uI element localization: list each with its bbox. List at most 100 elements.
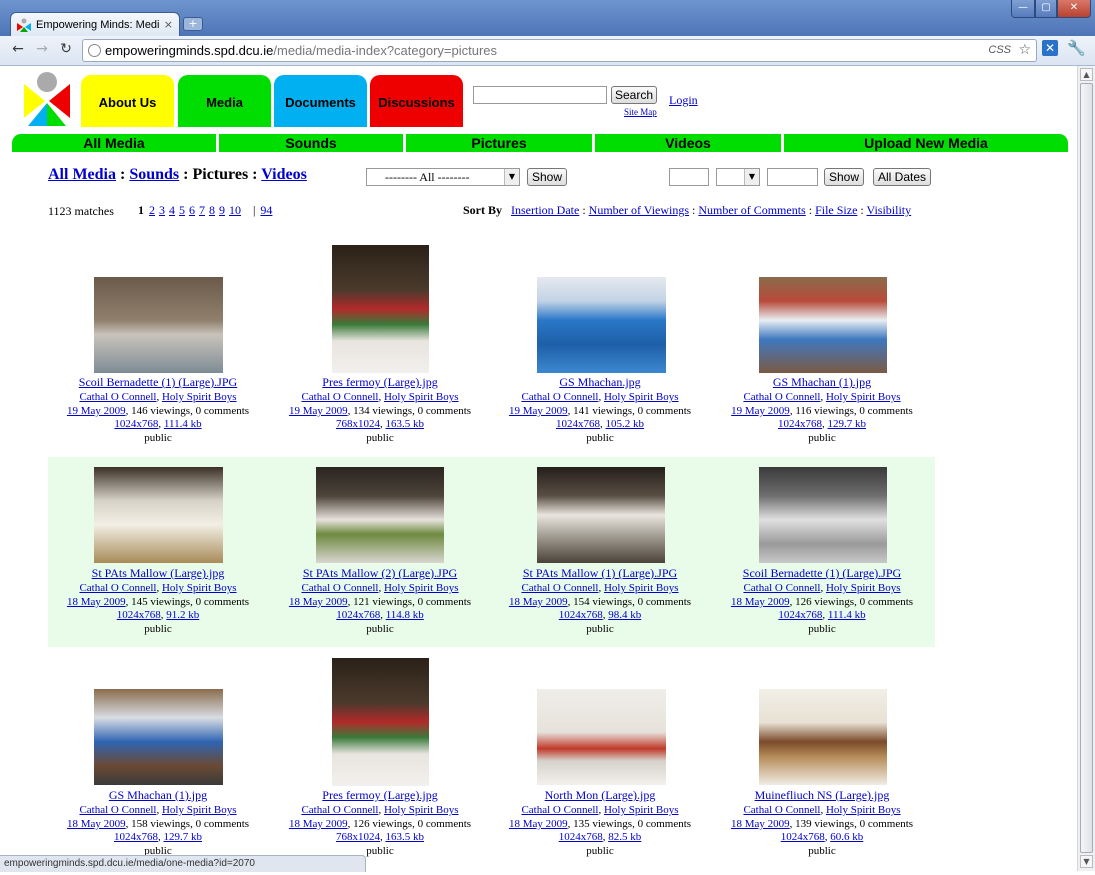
extension-icon[interactable]: ✕ bbox=[1042, 40, 1058, 56]
media-title-link[interactable]: Pres fermoy (Large).jpg bbox=[280, 375, 480, 390]
page-link[interactable]: 4 bbox=[169, 203, 175, 217]
tab-media[interactable]: Media bbox=[178, 75, 271, 127]
author-link[interactable]: Cathal O Connell bbox=[743, 391, 820, 403]
group-link[interactable]: Holy Spirit Boys bbox=[384, 391, 459, 403]
media-title-link[interactable]: St PAts Mallow (2) (Large).JPG bbox=[280, 566, 480, 581]
group-link[interactable]: Holy Spirit Boys bbox=[162, 804, 237, 816]
sort-insertion-date[interactable]: Insertion Date bbox=[511, 203, 579, 217]
dimensions-link[interactable]: 768x1024 bbox=[336, 418, 380, 430]
date-link[interactable]: 19 May 2009 bbox=[67, 405, 126, 417]
media-title-link[interactable]: GS Mhachan (1).jpg bbox=[58, 788, 258, 803]
group-link[interactable]: Holy Spirit Boys bbox=[826, 582, 901, 594]
media-nav-all-media[interactable]: All Media bbox=[12, 134, 216, 152]
date-link[interactable]: 18 May 2009 bbox=[731, 818, 790, 830]
date-link[interactable]: 19 May 2009 bbox=[731, 405, 790, 417]
dimensions-link[interactable]: 1024x768 bbox=[778, 418, 822, 430]
group-link[interactable]: Holy Spirit Boys bbox=[384, 582, 459, 594]
date-link[interactable]: 18 May 2009 bbox=[289, 818, 348, 830]
media-nav-videos[interactable]: Videos bbox=[595, 134, 781, 152]
author-link[interactable]: Cathal O Connell bbox=[301, 582, 378, 594]
media-thumbnail[interactable] bbox=[94, 467, 223, 563]
media-thumbnail[interactable] bbox=[94, 689, 223, 785]
media-nav-upload[interactable]: Upload New Media bbox=[784, 134, 1068, 152]
date-link[interactable]: 19 May 2009 bbox=[289, 405, 348, 417]
date-month-select[interactable]: ▼ bbox=[716, 168, 760, 186]
dimensions-link[interactable]: 1024x768 bbox=[778, 609, 822, 621]
file-size-link[interactable]: 98.4 kb bbox=[608, 609, 641, 621]
media-thumbnail[interactable] bbox=[537, 689, 666, 785]
media-thumbnail[interactable] bbox=[759, 277, 887, 373]
author-link[interactable]: Cathal O Connell bbox=[521, 391, 598, 403]
author-link[interactable]: Cathal O Connell bbox=[301, 804, 378, 816]
media-title-link[interactable]: GS Mhachan (1).jpg bbox=[722, 375, 922, 390]
address-bar[interactable]: empoweringminds.spd.dcu.ie/media/media-i… bbox=[82, 39, 1037, 62]
window-maximize-button[interactable]: ▢ bbox=[1035, 0, 1057, 18]
media-thumbnail[interactable] bbox=[759, 467, 887, 563]
login-link[interactable]: Login bbox=[669, 93, 698, 108]
date-link[interactable]: 18 May 2009 bbox=[67, 596, 126, 608]
dimensions-link[interactable]: 1024x768 bbox=[336, 609, 380, 621]
dimensions-link[interactable]: 1024x768 bbox=[559, 609, 603, 621]
bookmark-star-icon[interactable]: ☆ bbox=[1018, 40, 1031, 61]
author-link[interactable]: Cathal O Connell bbox=[521, 582, 598, 594]
file-size-link[interactable]: 111.4 kb bbox=[828, 609, 866, 621]
date-link[interactable]: 19 May 2009 bbox=[509, 405, 568, 417]
forward-arrow-icon[interactable]: → bbox=[32, 41, 52, 57]
file-size-link[interactable]: 114.8 kb bbox=[386, 609, 424, 621]
dimensions-link[interactable]: 1024x768 bbox=[559, 831, 603, 843]
dimensions-link[interactable]: 1024x768 bbox=[114, 831, 158, 843]
back-arrow-icon[interactable]: ← bbox=[8, 41, 28, 57]
media-thumbnail[interactable] bbox=[94, 277, 223, 373]
group-link[interactable]: Holy Spirit Boys bbox=[162, 582, 237, 594]
group-link[interactable]: Holy Spirit Boys bbox=[826, 804, 901, 816]
date-day-input[interactable] bbox=[669, 168, 709, 186]
author-link[interactable]: Cathal O Connell bbox=[79, 804, 156, 816]
date-link[interactable]: 18 May 2009 bbox=[67, 818, 126, 830]
media-thumbnail[interactable] bbox=[332, 245, 429, 373]
author-link[interactable]: Cathal O Connell bbox=[79, 391, 156, 403]
tab-about-us[interactable]: About Us bbox=[81, 75, 174, 127]
date-link[interactable]: 18 May 2009 bbox=[731, 596, 790, 608]
page-link[interactable]: 10 bbox=[229, 203, 241, 217]
page-link[interactable]: 2 bbox=[149, 203, 155, 217]
file-size-link[interactable]: 129.7 kb bbox=[164, 831, 203, 843]
page-link[interactable]: 3 bbox=[159, 203, 165, 217]
dimensions-link[interactable]: 768x1024 bbox=[336, 831, 380, 843]
media-title-link[interactable]: North Mon (Large).jpg bbox=[500, 788, 700, 803]
date-link[interactable]: 18 May 2009 bbox=[509, 596, 568, 608]
tab-discussions[interactable]: Discussions bbox=[370, 75, 463, 127]
group-link[interactable]: Holy Spirit Boys bbox=[604, 391, 679, 403]
reload-icon[interactable]: ↻ bbox=[56, 41, 76, 57]
file-size-link[interactable]: 163.5 kb bbox=[386, 831, 425, 843]
search-input[interactable] bbox=[473, 86, 607, 104]
page-link[interactable]: 9 bbox=[219, 203, 225, 217]
author-link[interactable]: Cathal O Connell bbox=[743, 804, 820, 816]
group-link[interactable]: Holy Spirit Boys bbox=[604, 582, 679, 594]
date-link[interactable]: 18 May 2009 bbox=[289, 596, 348, 608]
author-link[interactable]: Cathal O Connell bbox=[743, 582, 820, 594]
group-link[interactable]: Holy Spirit Boys bbox=[162, 391, 237, 403]
crumb-videos[interactable]: Videos bbox=[261, 166, 307, 183]
media-thumbnail[interactable] bbox=[332, 658, 429, 786]
date-link[interactable]: 18 May 2009 bbox=[509, 818, 568, 830]
tab-documents[interactable]: Documents bbox=[274, 75, 367, 127]
sort-file-size[interactable]: File Size bbox=[815, 203, 857, 217]
category-show-button[interactable]: Show bbox=[527, 168, 567, 186]
window-close-button[interactable]: ✕ bbox=[1057, 0, 1091, 18]
sort-viewings[interactable]: Number of Viewings bbox=[589, 203, 689, 217]
wrench-icon[interactable]: 🔧 bbox=[1067, 39, 1086, 57]
media-title-link[interactable]: GS Mhachan.jpg bbox=[500, 375, 700, 390]
file-size-link[interactable]: 111.4 kb bbox=[164, 418, 202, 430]
page-link[interactable]: 6 bbox=[189, 203, 195, 217]
date-show-button[interactable]: Show bbox=[824, 168, 864, 186]
media-title-link[interactable]: Scoil Bernadette (1) (Large).JPG bbox=[58, 375, 258, 390]
last-page-link[interactable]: 94 bbox=[260, 203, 272, 217]
all-dates-button[interactable]: All Dates bbox=[873, 168, 931, 186]
window-minimize-button[interactable]: — bbox=[1011, 0, 1035, 18]
site-map-link[interactable]: Site Map bbox=[624, 107, 657, 117]
media-thumbnail[interactable] bbox=[759, 689, 887, 785]
site-logo[interactable] bbox=[24, 71, 70, 126]
category-select[interactable]: -------- All -------- ▼ bbox=[366, 168, 520, 186]
dimensions-link[interactable]: 1024x768 bbox=[114, 418, 158, 430]
crumb-sounds[interactable]: Sounds bbox=[129, 166, 179, 183]
